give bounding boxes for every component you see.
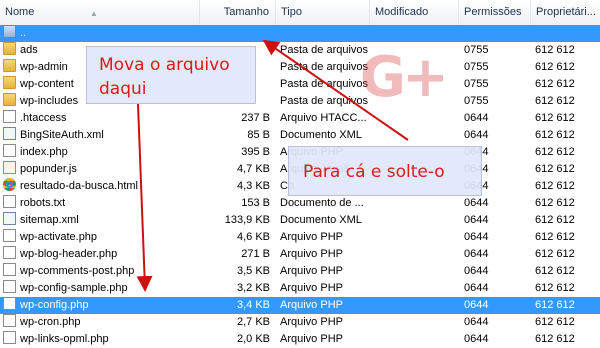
callout-move-from-line2: daqui [99,79,147,99]
arrow-up-to-root [262,39,409,141]
callout-drop-here: Para cá e solte-o [288,146,482,196]
arrow-down [136,103,153,292]
callout-move-from: Mova o arquivo daqui [86,46,256,104]
callout-move-from-line1: Mova o arquivo [99,55,230,75]
